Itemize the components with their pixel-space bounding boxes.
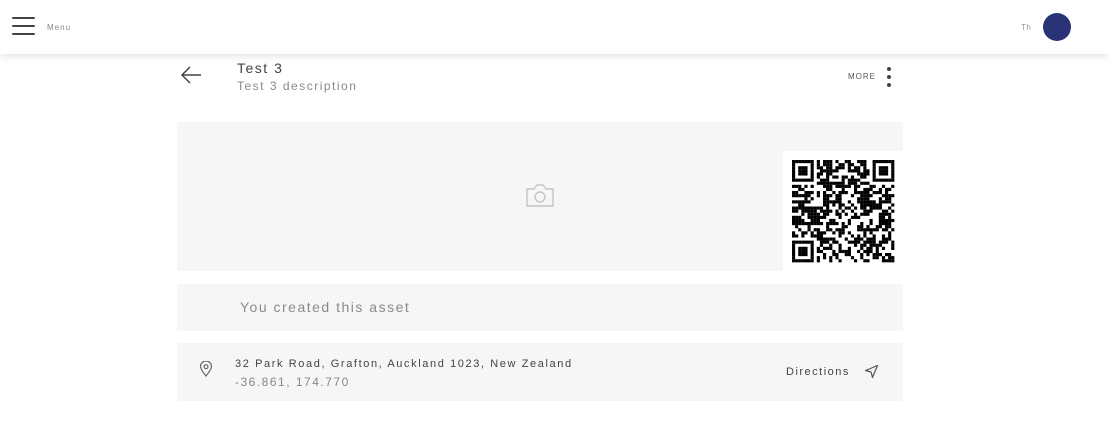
more-button[interactable]: MORE bbox=[848, 72, 876, 81]
kebab-vertical-icon[interactable] bbox=[884, 66, 894, 90]
arrow-left-icon[interactable] bbox=[180, 64, 202, 86]
map-pin-icon bbox=[199, 361, 213, 377]
qr-code bbox=[783, 151, 903, 272]
navigation-arrow-icon[interactable] bbox=[864, 364, 879, 379]
menu-label[interactable]: Menu bbox=[47, 23, 71, 32]
asset-description: Test 3 description bbox=[237, 79, 358, 93]
created-note: You created this asset bbox=[240, 299, 411, 315]
camera-icon[interactable] bbox=[525, 182, 555, 208]
asset-title: Test 3 bbox=[237, 60, 284, 76]
directions-label: Directions bbox=[786, 366, 850, 378]
avatar[interactable] bbox=[1043, 13, 1071, 41]
top-bar: Menu Th bbox=[0, 0, 1109, 54]
location-coordinates: -36.861, 174.770 bbox=[235, 375, 350, 389]
user-initials: Th bbox=[1021, 23, 1032, 32]
hamburger-icon[interactable] bbox=[12, 17, 35, 36]
location-address: 32 Park Road, Grafton, Auckland 1023, Ne… bbox=[235, 358, 573, 370]
